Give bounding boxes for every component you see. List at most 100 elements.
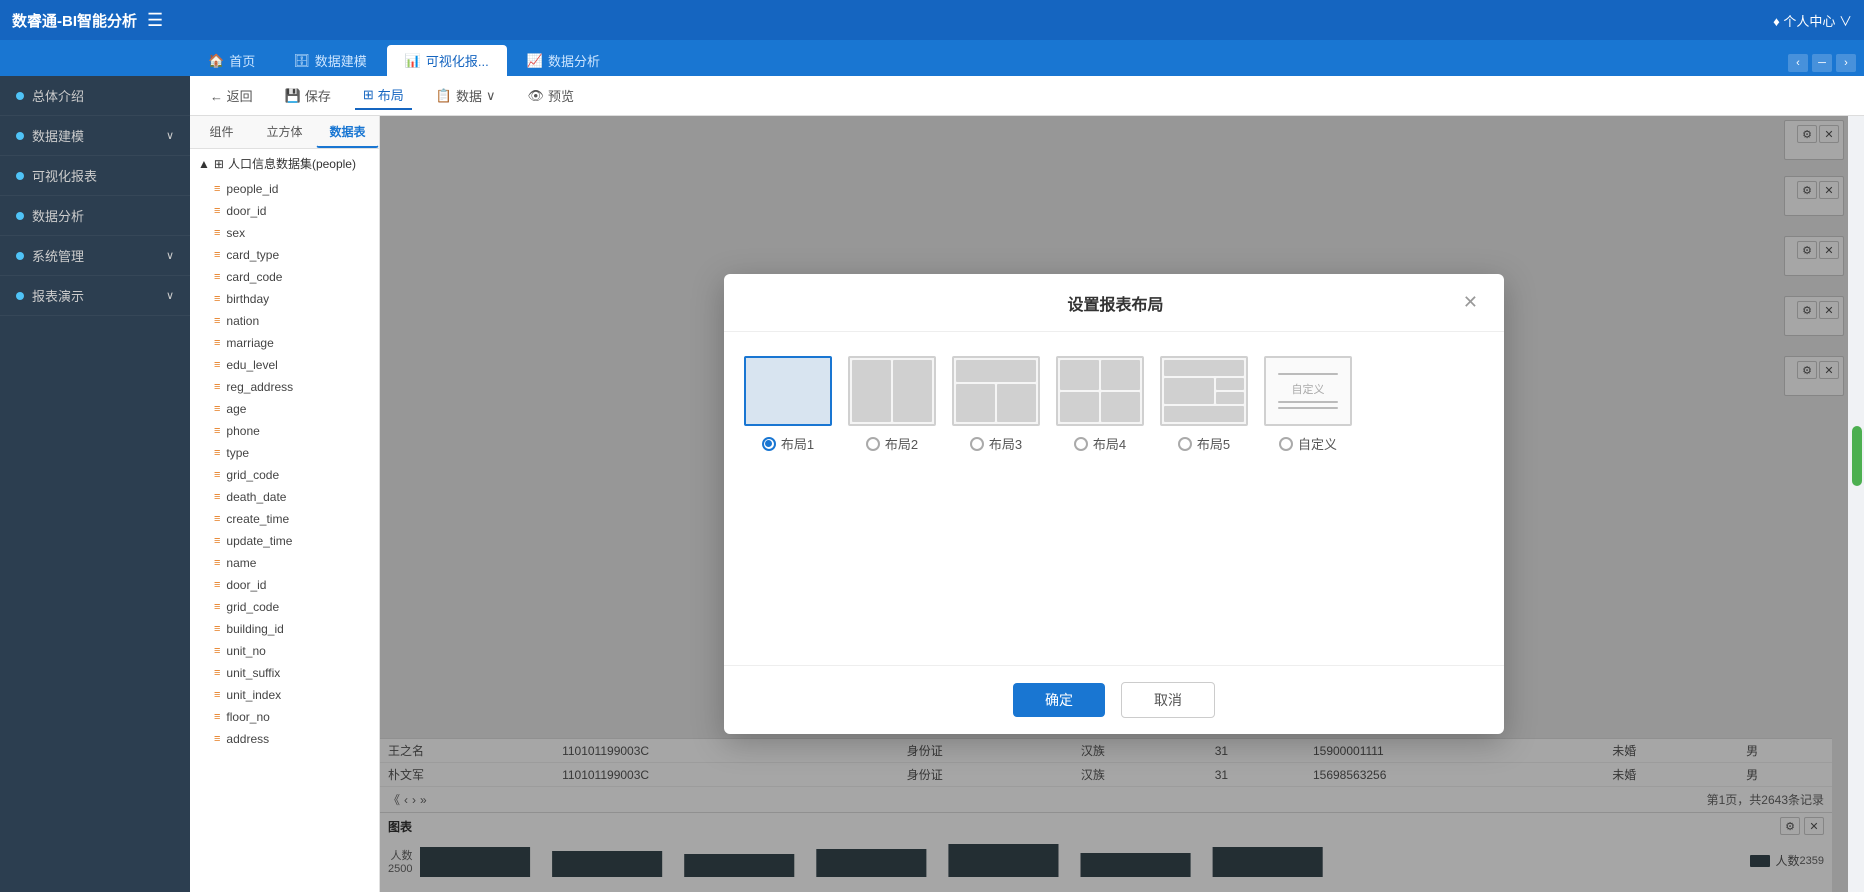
tree-field-people_id[interactable]: ≡people_id <box>190 178 379 200</box>
sidebar-item-sys-mgmt[interactable]: 系统管理 ∨ <box>0 236 190 276</box>
cancel-button[interactable]: 取消 <box>1121 682 1215 718</box>
data-button[interactable]: 📋 数据 ∨ <box>428 82 504 109</box>
field-icon: ≡ <box>214 271 220 283</box>
tree-field-sex[interactable]: ≡ sex <box>190 222 379 244</box>
user-menu[interactable]: ♦ 个人中心 ∨ <box>1773 11 1852 30</box>
tree-field-age[interactable]: ≡age <box>190 398 379 420</box>
tree-field-grid_code[interactable]: ≡grid_code <box>190 464 379 486</box>
modal-footer: 确定 取消 <box>724 665 1504 734</box>
tree-field-door_id[interactable]: ≡door_id <box>190 574 379 596</box>
tree-field-nation[interactable]: ≡nation <box>190 310 379 332</box>
tree-root[interactable]: ▲ ⊞ 人口信息数据集(people) <box>190 149 379 178</box>
radio-4[interactable] <box>1074 437 1088 451</box>
tree-field-unit_index[interactable]: ≡unit_index <box>190 684 379 706</box>
group-btn[interactable]: 组件 <box>190 116 253 148</box>
modal-title: 设置报表布局 <box>774 291 1457 315</box>
tree-field-building_id[interactable]: ≡building_id <box>190 618 379 640</box>
field-icon: ≡ <box>214 337 220 349</box>
tab-visual[interactable]: 📊 可视化报... <box>387 45 507 76</box>
next-btn[interactable]: › <box>1836 54 1856 72</box>
sidebar-item-data-model[interactable]: 数据建模 ∨ <box>0 116 190 156</box>
prev-btn[interactable]: ‹ <box>1788 54 1808 72</box>
layout-option-1[interactable]: 布局1 <box>744 356 832 453</box>
field-icon: ≡ <box>214 227 220 239</box>
field-icon: ≡ <box>214 381 220 393</box>
tab-analysis[interactable]: 📈 数据分析 <box>509 45 618 76</box>
dot-icon <box>16 92 24 100</box>
sidebar-item-overview[interactable]: 总体介绍 <box>0 76 190 116</box>
tree-field-type[interactable]: ≡type <box>190 442 379 464</box>
radio-custom[interactable] <box>1279 437 1293 451</box>
layout-4-label: 布局4 <box>1074 434 1126 453</box>
field-icon: ≡ <box>214 601 220 613</box>
tab-bar: 🏠 首页 🗄 数据建模 📊 可视化报... 📈 数据分析 ‹ ─ › <box>0 40 1864 76</box>
field-label: birthday <box>226 292 269 306</box>
sidebar: 总体介绍 数据建模 ∨ 可视化报表 数据分析 系统管理 ∨ 报表演示 ∨ <box>0 76 190 892</box>
field-label: sex <box>226 226 245 240</box>
confirm-button[interactable]: 确定 <box>1013 683 1105 717</box>
field-label: address <box>226 732 269 746</box>
tree-field-unit_no[interactable]: ≡unit_no <box>190 640 379 662</box>
field-icon: ≡ <box>214 645 220 657</box>
field-label: edu_level <box>226 358 277 372</box>
tree-field-marriage[interactable]: ≡marriage <box>190 332 379 354</box>
cube-btn[interactable]: 立方体 <box>253 116 316 148</box>
tree-field-phone[interactable]: ≡phone <box>190 420 379 442</box>
layout-preview-2 <box>848 356 936 426</box>
field-icon: ≡ <box>214 689 220 701</box>
back-button[interactable]: ← 返回 <box>202 82 261 109</box>
chevron-down-icon: ∨ <box>166 289 174 302</box>
tree-field-door_id[interactable]: ≡door_id <box>190 200 379 222</box>
chevron-down-icon: ∨ <box>166 129 174 142</box>
dot-icon <box>16 292 24 300</box>
layout-options: 布局1 <box>744 356 1484 453</box>
datatable-btn[interactable]: 数据表 <box>316 116 379 148</box>
tree-field-grid_code[interactable]: ≡grid_code <box>190 596 379 618</box>
tree-field-update_time[interactable]: ≡update_time <box>190 530 379 552</box>
radio-1[interactable] <box>762 437 776 451</box>
tree-field-card_type[interactable]: ≡card_type <box>190 244 379 266</box>
tree-field-unit_suffix[interactable]: ≡unit_suffix <box>190 662 379 684</box>
tree-field-death_date[interactable]: ≡ death_date <box>190 486 379 508</box>
sidebar-item-report-demo[interactable]: 报表演示 ∨ <box>0 276 190 316</box>
save-button[interactable]: 💾 保存 <box>277 82 339 109</box>
tree-field-edu_level[interactable]: ≡edu_level <box>190 354 379 376</box>
layout-preview-4 <box>1056 356 1144 426</box>
tree-field-card_code[interactable]: ≡card_code <box>190 266 379 288</box>
tree-field-floor_no[interactable]: ≡floor_no <box>190 706 379 728</box>
field-label: death_date <box>226 490 286 504</box>
layout-5-label: 布局5 <box>1178 434 1230 453</box>
preview-button[interactable]: 👁 预览 <box>519 82 582 109</box>
layout-option-5[interactable]: 布局5 <box>1160 356 1248 453</box>
layout-option-2[interactable]: 布局2 <box>848 356 936 453</box>
tab-home[interactable]: 🏠 首页 <box>190 45 273 76</box>
tree-field-reg_address[interactable]: ≡reg_address <box>190 376 379 398</box>
layout-option-3[interactable]: 布局3 <box>952 356 1040 453</box>
layout-button[interactable]: ⊞ 布局 <box>355 81 412 110</box>
sidebar-item-analysis[interactable]: 数据分析 <box>0 196 190 236</box>
chevron-down-icon: ∨ <box>166 249 174 262</box>
tree-field-address[interactable]: ≡address <box>190 728 379 750</box>
scroll-indicator[interactable] <box>1852 426 1862 486</box>
tree-field-create_time[interactable]: ≡create_time <box>190 508 379 530</box>
minimize-btn[interactable]: ─ <box>1812 54 1832 72</box>
tree-field-birthday[interactable]: ≡birthday <box>190 288 379 310</box>
layout-option-4[interactable]: 布局4 <box>1056 356 1144 453</box>
radio-2[interactable] <box>866 437 880 451</box>
tree-field-name[interactable]: ≡name <box>190 552 379 574</box>
sidebar-item-visual[interactable]: 可视化报表 <box>0 156 190 196</box>
radio-3[interactable] <box>970 437 984 451</box>
layout-preview-3 <box>952 356 1040 426</box>
layout-option-custom[interactable]: 自定义 自定义 <box>1264 356 1352 453</box>
field-icon: ≡ <box>214 425 220 437</box>
field-icon: ≡ <box>214 491 220 503</box>
save-icon: 💾 <box>285 88 301 104</box>
layout-preview-custom: 自定义 <box>1264 356 1352 426</box>
radio-5[interactable] <box>1178 437 1192 451</box>
modal-close-button[interactable]: ✕ <box>1457 290 1484 315</box>
data-panel: 组件 立方体 数据表 ▲ ⊞ 人口信息数据集(people) ≡people_i… <box>190 116 380 892</box>
tab-data-model[interactable]: 🗄 数据建模 <box>275 45 385 76</box>
menu-icon[interactable]: ☰ <box>147 10 163 31</box>
preview-icon: 👁 <box>527 88 544 104</box>
middle-content: ⚙ ✕ ⚙ ✕ ⚙ <box>380 116 1848 892</box>
